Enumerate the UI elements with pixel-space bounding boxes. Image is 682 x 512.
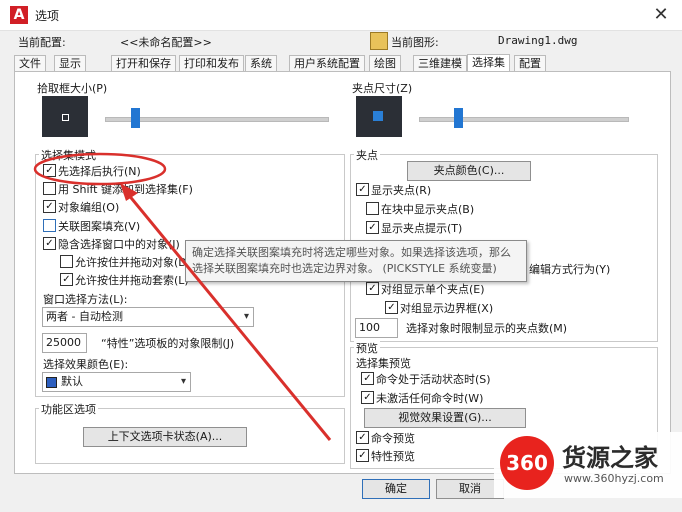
- watermark-url: www.360hyzj.com: [564, 472, 664, 485]
- annotation-arrow-head: [120, 183, 138, 201]
- watermark-logo: 360: [500, 436, 554, 490]
- highlight-ellipse: [33, 152, 167, 186]
- annotation-arrow-line: [121, 187, 332, 441]
- site-watermark: 360 货源之家 www.360hyzj.com: [494, 432, 682, 498]
- watermark-name: 货源之家: [562, 444, 658, 472]
